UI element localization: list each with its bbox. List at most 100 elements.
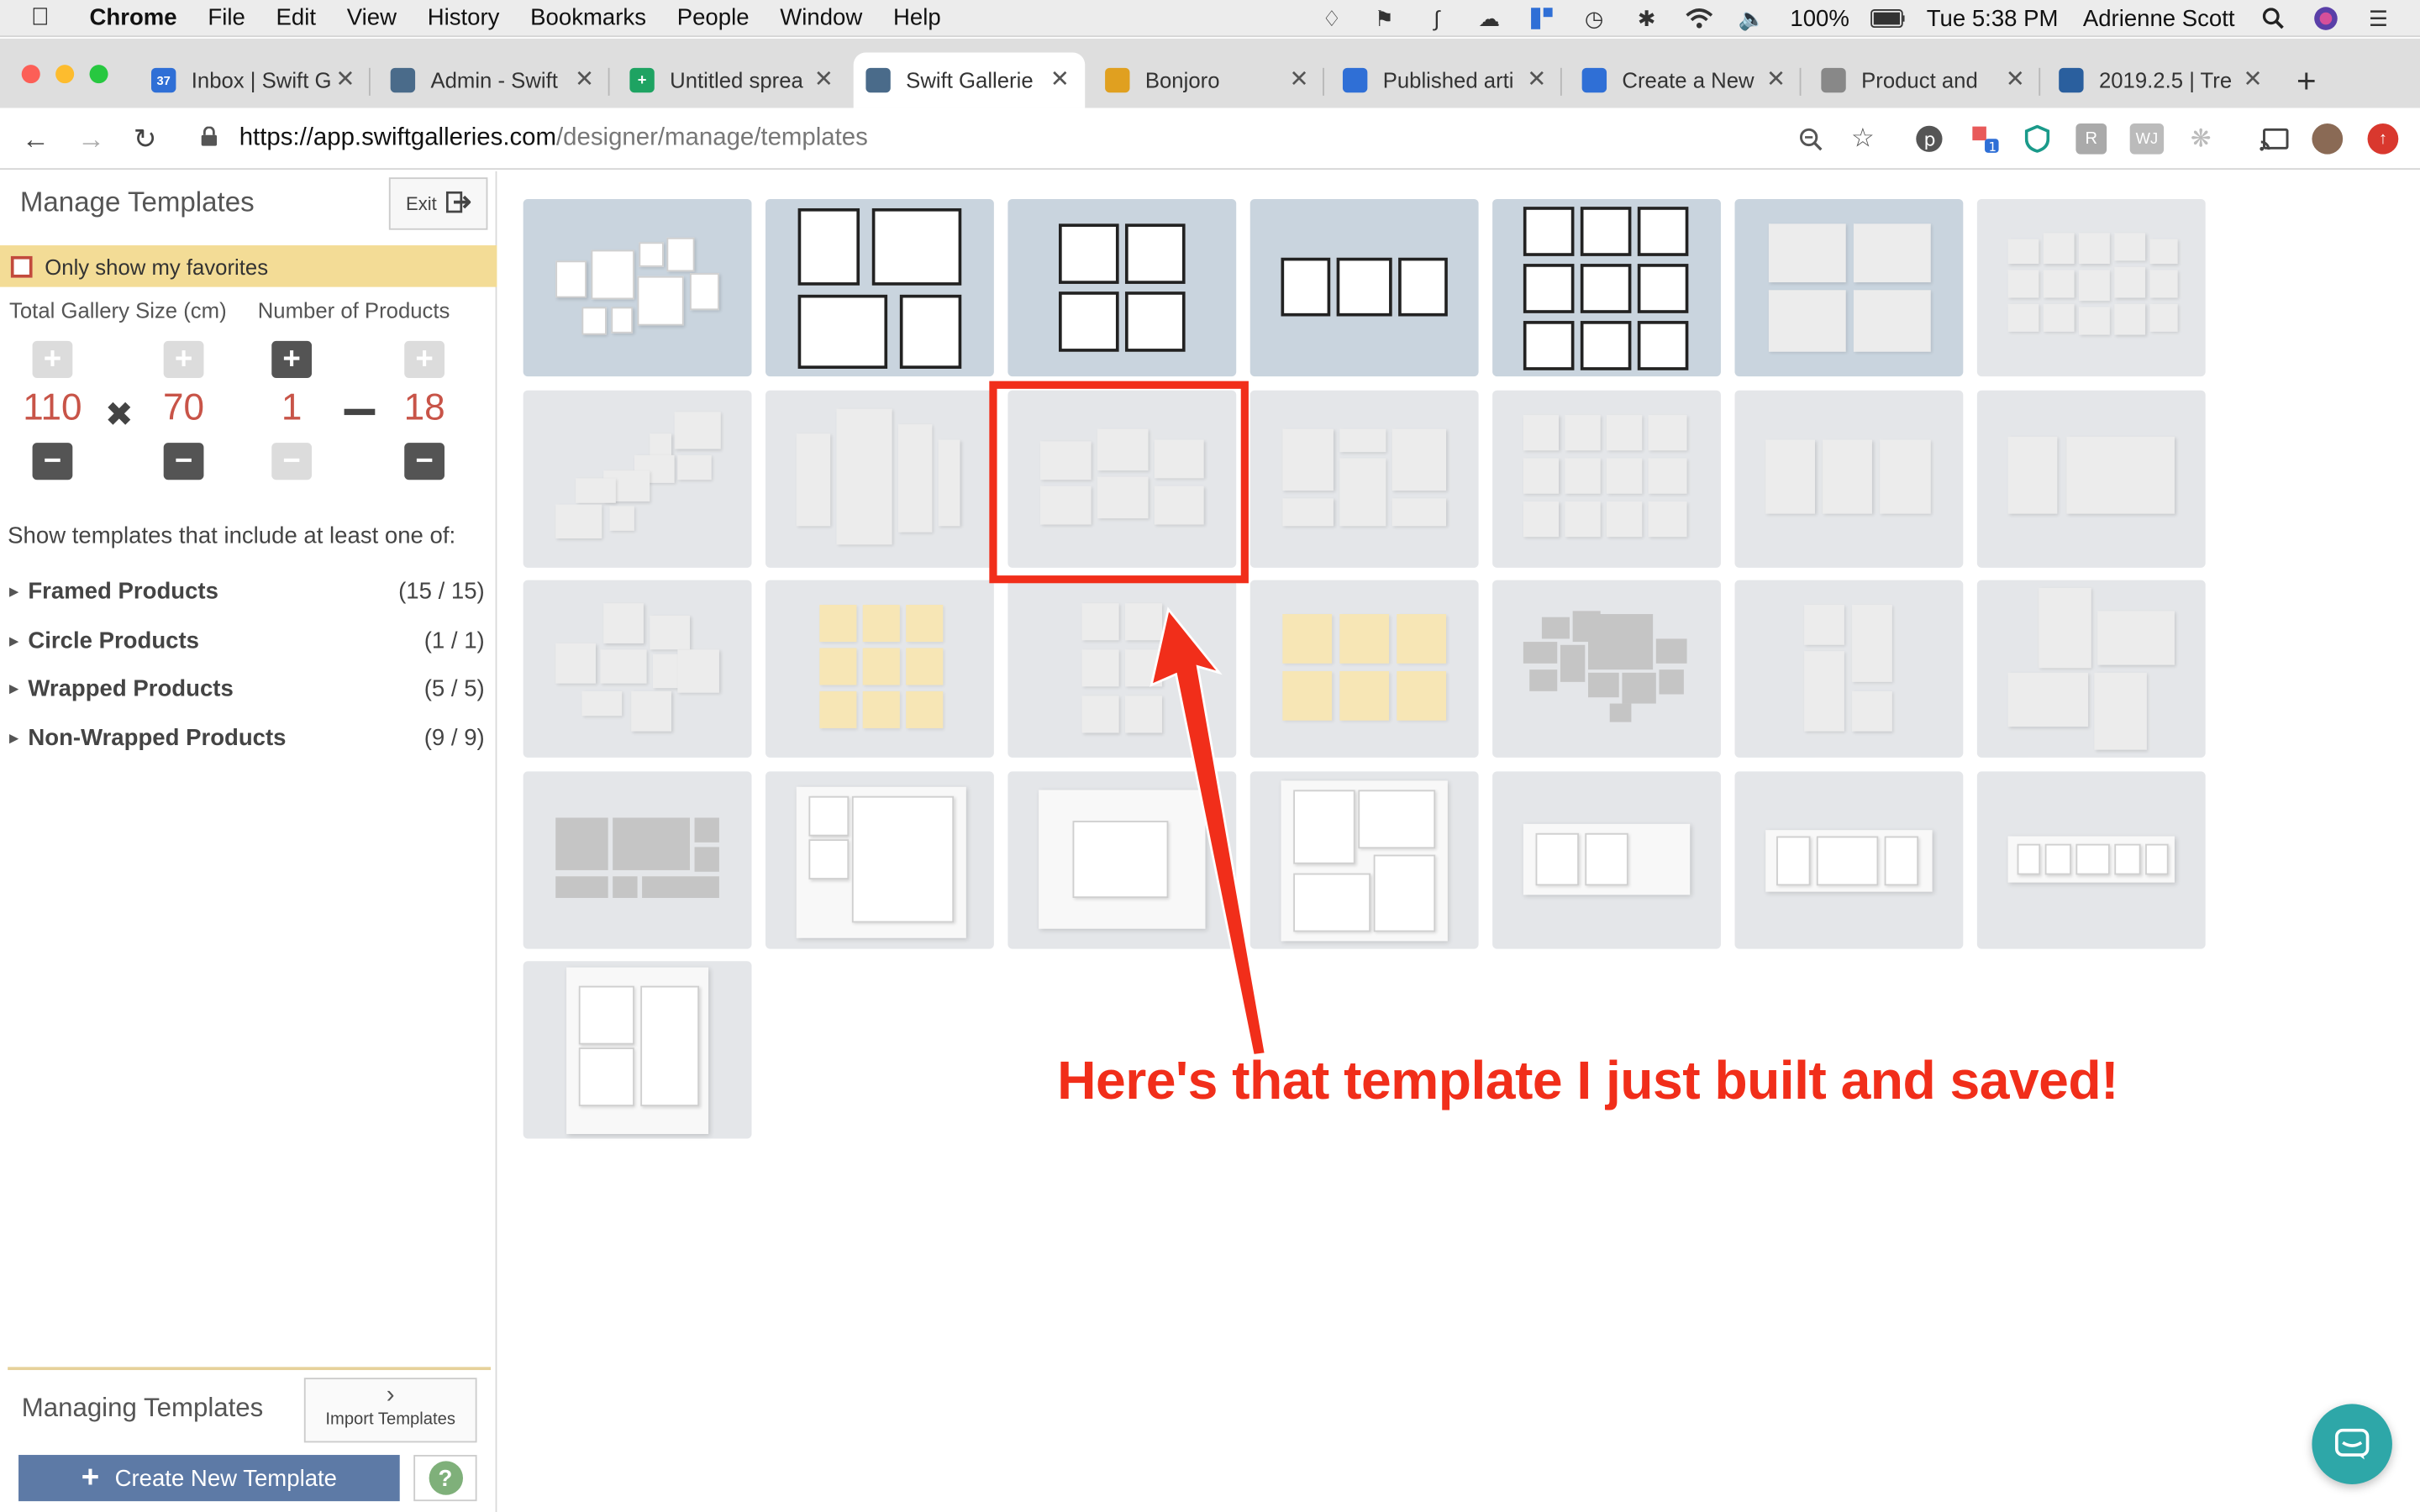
- template-tile[interactable]: [523, 580, 752, 758]
- new-tab-button[interactable]: +: [2296, 61, 2317, 102]
- template-tile[interactable]: [1976, 771, 2206, 949]
- menubar-clock[interactable]: Tue 5:38 PM: [1927, 5, 2059, 31]
- forward-button[interactable]: →: [74, 122, 108, 155]
- close-window-button[interactable]: [21, 65, 40, 84]
- update-icon[interactable]: ↑: [2367, 123, 2399, 155]
- template-tile[interactable]: [765, 390, 994, 568]
- help-button[interactable]: ?: [413, 1455, 477, 1502]
- minimize-window-button[interactable]: [55, 65, 75, 84]
- template-tile[interactable]: [1734, 198, 1964, 377]
- close-icon[interactable]: ✕: [1289, 65, 1308, 92]
- flag-icon[interactable]: ⚑: [1367, 5, 1401, 30]
- extension-w-icon[interactable]: WJ: [2129, 123, 2165, 155]
- wifi-icon[interactable]: [1682, 6, 1716, 30]
- close-icon[interactable]: ✕: [1527, 65, 1546, 92]
- cloud-icon[interactable]: ☁: [1472, 5, 1506, 30]
- profile-avatar[interactable]: [2312, 123, 2344, 155]
- menu-bookmarks[interactable]: Bookmarks: [530, 5, 646, 31]
- template-tile[interactable]: [1492, 580, 1721, 758]
- battery-icon[interactable]: [1870, 6, 1906, 30]
- signature-icon[interactable]: ∫: [1420, 6, 1454, 30]
- tab-product-and[interactable]: Product and ✕: [1809, 52, 2041, 108]
- close-icon[interactable]: ✕: [575, 65, 594, 92]
- zoom-icon[interactable]: [1795, 123, 1826, 155]
- template-tile[interactable]: [523, 771, 752, 949]
- height-decrease-button[interactable]: −: [163, 443, 204, 480]
- template-tile[interactable]: [1249, 198, 1479, 377]
- zoom-window-button[interactable]: [89, 65, 108, 84]
- template-tile[interactable]: [1249, 390, 1479, 568]
- template-tile[interactable]: [1492, 390, 1721, 568]
- width-decrease-button[interactable]: −: [32, 443, 73, 480]
- menu-view[interactable]: View: [347, 5, 397, 31]
- close-icon[interactable]: ✕: [814, 65, 834, 92]
- menu-app-name[interactable]: Chrome: [90, 5, 177, 31]
- menu-people[interactable]: People: [677, 5, 750, 31]
- pinterest-icon[interactable]: p: [1914, 123, 1945, 155]
- template-tile[interactable]: [1976, 580, 2206, 758]
- template-tile[interactable]: [1734, 390, 1964, 568]
- template-tile[interactable]: [1249, 771, 1479, 949]
- template-tile[interactable]: [1492, 771, 1721, 949]
- template-tile[interactable]: [1492, 198, 1721, 377]
- extension-badge-icon[interactable]: 1: [1970, 123, 2001, 155]
- close-icon[interactable]: ✕: [1766, 65, 1786, 92]
- template-tile[interactable]: [523, 198, 752, 377]
- template-tile[interactable]: [1007, 580, 1237, 758]
- shield-icon[interactable]: [2022, 123, 2053, 155]
- template-tile[interactable]: [523, 390, 752, 568]
- import-templates-button[interactable]: › Import Templates: [303, 1378, 477, 1443]
- template-tile[interactable]: [1976, 198, 2206, 377]
- min-products-increase-button[interactable]: +: [271, 340, 313, 379]
- template-tile[interactable]: [1734, 580, 1964, 758]
- tab-published-articles[interactable]: Published arti ✕: [1330, 52, 1562, 108]
- close-icon[interactable]: ✕: [2244, 65, 2263, 92]
- template-tile[interactable]: [1976, 390, 2206, 568]
- favorites-checkbox[interactable]: [10, 255, 33, 277]
- volume-icon[interactable]: 🔈: [1734, 5, 1768, 30]
- back-button[interactable]: ←: [18, 122, 52, 155]
- tab-trello[interactable]: 2019.2.5 | Tre ✕: [2047, 52, 2279, 108]
- template-tile[interactable]: [765, 198, 994, 377]
- cast-icon[interactable]: [2258, 123, 2289, 155]
- tab-spreadsheet[interactable]: + Untitled sprea ✕: [618, 52, 850, 108]
- create-new-template-button[interactable]: + Create New Template: [18, 1455, 400, 1502]
- time-machine-icon[interactable]: ◷: [1577, 5, 1611, 30]
- favorites-filter[interactable]: Only show my favorites: [0, 245, 497, 287]
- lock-icon[interactable]: [201, 126, 218, 151]
- category-non-wrapped-products[interactable]: ▶ Non-Wrapped Products (9 / 9): [9, 722, 485, 753]
- siri-icon[interactable]: [2309, 6, 2343, 30]
- tab-admin[interactable]: Admin - Swift ✕: [378, 52, 610, 108]
- template-tile[interactable]: [1734, 771, 1964, 949]
- close-icon[interactable]: ✕: [335, 65, 355, 92]
- menu-edit[interactable]: Edit: [276, 5, 316, 31]
- close-icon[interactable]: ✕: [2006, 65, 2025, 92]
- menu-help[interactable]: Help: [893, 5, 941, 31]
- fox-icon[interactable]: ♢: [1315, 5, 1349, 30]
- template-tile[interactable]: [765, 580, 994, 758]
- width-increase-button[interactable]: +: [32, 340, 73, 379]
- exit-button[interactable]: Exit: [388, 177, 488, 230]
- menu-window[interactable]: Window: [780, 5, 862, 31]
- max-products-increase-button[interactable]: +: [404, 340, 445, 379]
- reload-button[interactable]: ↻: [128, 122, 161, 155]
- template-tile[interactable]: [765, 771, 994, 949]
- template-tile[interactable]: [523, 961, 752, 1139]
- spotlight-search-icon[interactable]: [2256, 6, 2290, 30]
- category-wrapped-products[interactable]: ▶ Wrapped Products (5 / 5): [9, 673, 485, 704]
- apple-icon[interactable]: : [31, 4, 71, 32]
- height-increase-button[interactable]: +: [163, 340, 204, 379]
- menu-history[interactable]: History: [428, 5, 500, 31]
- chat-launcher-button[interactable]: [2312, 1404, 2392, 1484]
- category-circle-products[interactable]: ▶ Circle Products (1 / 1): [9, 625, 485, 656]
- menu-file[interactable]: File: [208, 5, 245, 31]
- notification-center-icon[interactable]: ☰: [2361, 5, 2395, 30]
- template-tile[interactable]: [1249, 580, 1479, 758]
- tab-inbox[interactable]: 37 Inbox | Swift G ✕: [139, 52, 371, 108]
- menubar-user[interactable]: Adrienne Scott: [2083, 5, 2235, 31]
- bookmark-star-icon[interactable]: ☆: [1848, 123, 1879, 155]
- category-framed-products[interactable]: ▶ Framed Products (15 / 15): [9, 575, 485, 606]
- extension-sparkle-icon[interactable]: ❋: [2186, 123, 2217, 155]
- extension-r-icon[interactable]: R: [2075, 123, 2107, 155]
- tab-create-new[interactable]: Create a New ✕: [1570, 52, 1802, 108]
